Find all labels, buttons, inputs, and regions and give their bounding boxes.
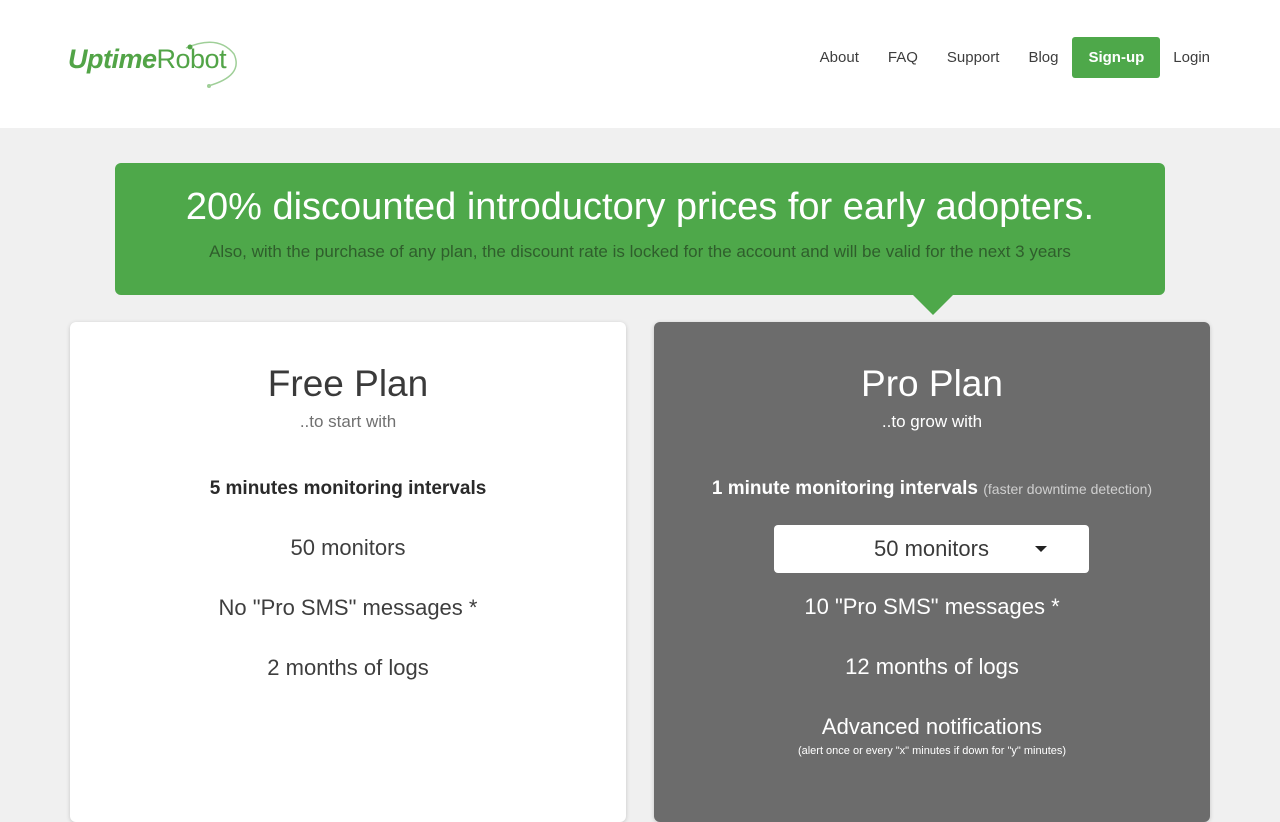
pro-plan-interval-note: (faster downtime detection) [983,481,1153,497]
free-plan-interval: 5 minutes monitoring intervals [209,478,487,499]
pro-plan-sms: 10 "Pro SMS" messages * [804,594,1060,619]
pro-plan-card: Pro Plan ..to grow with 1 minute monitor… [654,322,1210,822]
promo-banner-pointer [913,295,953,315]
promo-banner-title: 20% discounted introductory prices for e… [185,186,1095,228]
pro-plan-notifications-note: (alert once or every "x" minutes if down… [797,745,1067,757]
pro-plan-interval-text: 1 minute monitoring intervals [711,478,978,499]
logo-text-uptime: Uptime [68,44,157,74]
free-plan-logs: 2 months of logs [267,655,429,680]
nav-blog-link[interactable]: Blog [1028,49,1058,66]
site-header: UptimeRobot About FAQ Support Blog Sign-… [0,0,1280,128]
nav-support-link[interactable]: Support [947,49,1000,66]
pro-plan-interval: 1 minute monitoring intervals (faster do… [654,475,1210,503]
main-nav: About FAQ Support Blog Sign-up Login [820,37,1210,78]
uptimerobot-logo[interactable]: UptimeRobot [68,36,238,88]
free-plan-monitors: 50 monitors [290,535,406,560]
signup-button[interactable]: Sign-up [1072,37,1161,78]
pro-plan-logs: 12 months of logs [845,654,1019,679]
pro-plan-title: Pro Plan [861,363,1003,404]
free-plan-card: Free Plan ..to start with 5 minutes moni… [70,322,626,822]
monitors-select[interactable]: 50 monitors [774,525,1089,573]
nav-about-link[interactable]: About [820,49,859,66]
chevron-down-icon [1035,546,1047,552]
promo-banner-subtitle: Also, with the purchase of any plan, the… [209,242,1071,261]
logo-text: UptimeRobot [68,44,227,75]
free-plan-subtitle: ..to start with [299,412,397,431]
pro-plan-subtitle: ..to grow with [881,412,983,431]
pro-plan-notifications: Advanced notifications [821,714,1043,739]
logo-text-robot: Robot [156,44,227,74]
nav-login-link[interactable]: Login [1173,49,1210,66]
free-plan-sms: No "Pro SMS" messages * [218,595,478,620]
nav-faq-link[interactable]: FAQ [888,49,918,66]
free-plan-title: Free Plan [267,363,429,404]
